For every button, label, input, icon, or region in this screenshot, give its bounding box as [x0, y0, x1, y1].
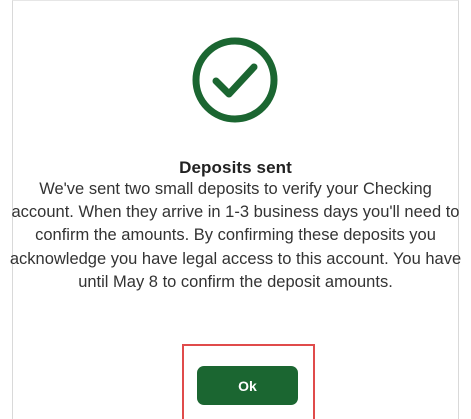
dialog-message: We've sent two small deposits to verify …: [9, 180, 462, 291]
check-circle-icon: [192, 37, 278, 123]
dialog-title: Deposits sent: [179, 158, 292, 177]
ok-button[interactable]: Ok: [197, 366, 298, 405]
